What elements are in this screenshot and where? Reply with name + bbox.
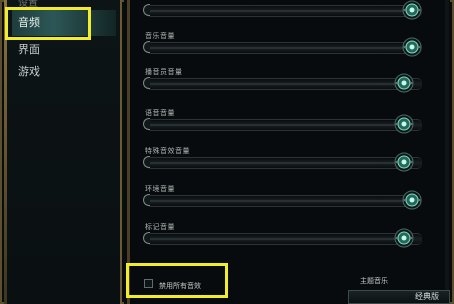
slider-track-cap — [143, 232, 150, 244]
slider-thumb-icon[interactable] — [402, 37, 422, 57]
slider-label: 音乐音量 — [145, 32, 175, 40]
slider-fill — [150, 47, 416, 49]
slider-track-cap — [143, 118, 150, 130]
slider-thumb-icon[interactable] — [402, 0, 422, 20]
slider-fill — [150, 10, 416, 12]
theme-music-select[interactable]: 经典版 — [348, 290, 450, 304]
slider-fill — [150, 162, 408, 164]
volume-slider[interactable] — [143, 228, 422, 248]
volume-slider[interactable] — [143, 0, 422, 20]
slider-fill — [150, 200, 416, 202]
slider-track-cap — [143, 4, 150, 16]
slider-track-cap — [143, 194, 150, 206]
sidebar-gold-edge — [4, 0, 7, 304]
volume-slider[interactable] — [143, 37, 422, 57]
volume-slider[interactable] — [143, 190, 422, 210]
volume-slider[interactable] — [143, 114, 422, 134]
sidebar: 设置 音频 界面 游戏 — [4, 0, 122, 304]
panel-divider — [127, 0, 130, 304]
slider-fill — [150, 83, 408, 85]
sidebar-item-label: 游戏 — [18, 65, 40, 78]
slider-track-cap — [143, 41, 150, 53]
theme-music-label: 主题音乐 — [360, 277, 388, 285]
volume-slider[interactable] — [143, 73, 422, 93]
slider-thumb-icon[interactable] — [394, 152, 414, 172]
sidebar-item-label: 界面 — [18, 43, 40, 56]
highlight-mute-option — [126, 263, 228, 298]
slider-fill — [150, 124, 408, 126]
slider-track-cap — [143, 156, 150, 168]
slider-label: 播音员音量 — [145, 68, 183, 76]
slider-label: 特殊音效音量 — [145, 147, 190, 155]
theme-music-value: 经典版 — [415, 292, 439, 301]
highlight-audio-tab — [5, 7, 91, 40]
slider-fill — [150, 238, 408, 240]
slider-label: 语音音量 — [145, 109, 175, 117]
scrollbar[interactable] — [445, 0, 449, 304]
slider-label: 环境音量 — [145, 185, 175, 193]
slider-thumb-icon[interactable] — [394, 73, 414, 93]
slider-track-cap — [143, 77, 150, 89]
slider-label: 标记音量 — [145, 223, 175, 231]
slider-thumb-icon[interactable] — [394, 114, 414, 134]
sidebar-item-game[interactable]: 游戏 — [12, 59, 116, 85]
slider-thumb-icon[interactable] — [394, 228, 414, 248]
slider-thumb-icon[interactable] — [402, 190, 422, 210]
volume-slider[interactable] — [143, 152, 422, 172]
